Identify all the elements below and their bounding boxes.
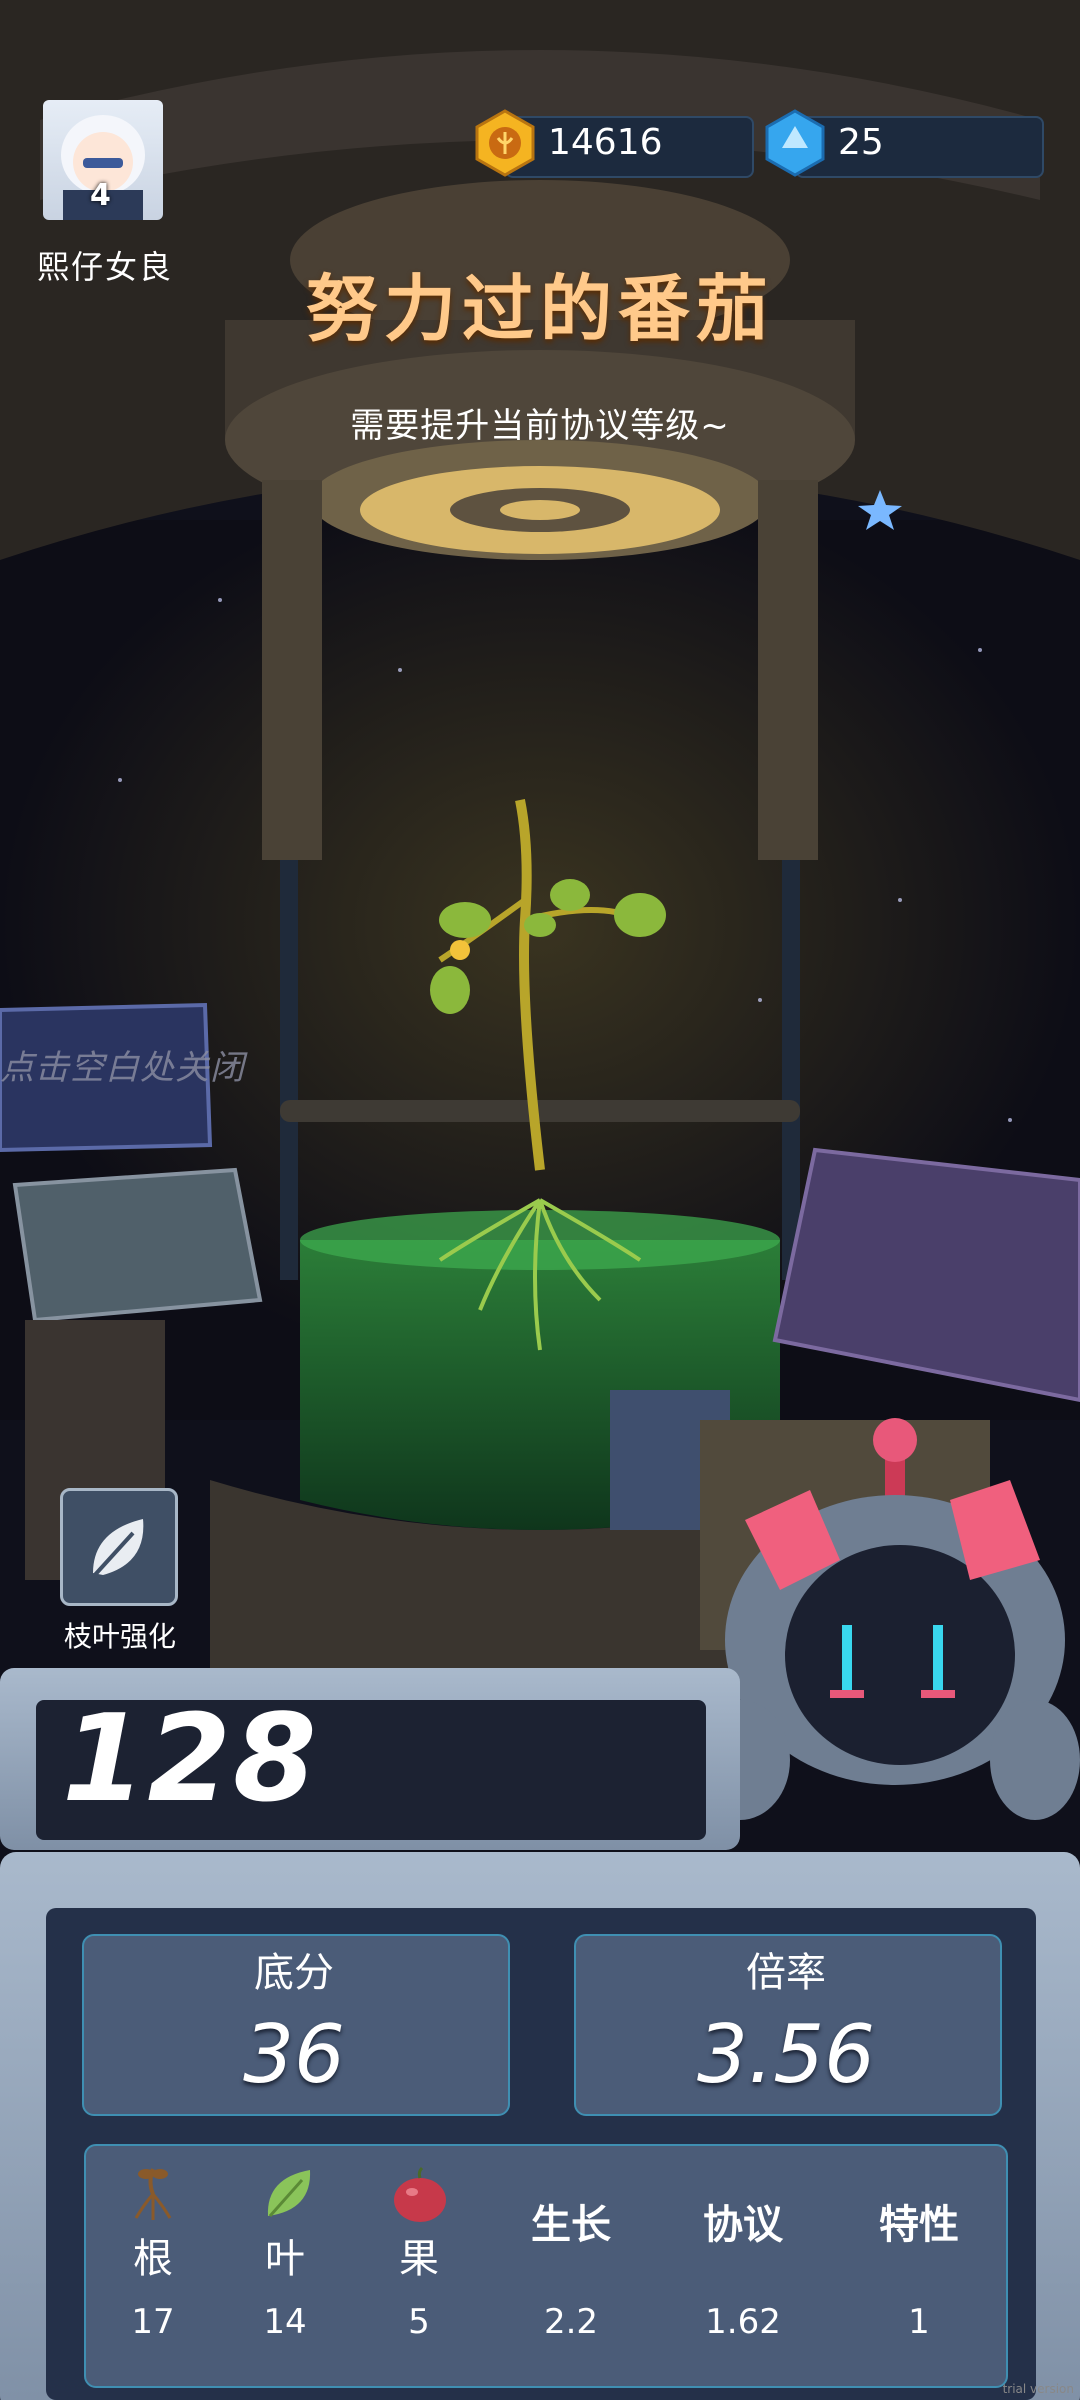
- growth-value: 2.2: [543, 2302, 599, 2342]
- close-hint[interactable]: 点击空白处关闭: [0, 1040, 245, 1089]
- leaf-icon: [267, 2170, 311, 2217]
- base-score-value: 36: [243, 2008, 345, 2101]
- base-score-label: 底分: [254, 1950, 334, 1996]
- fruit-label: 果: [399, 2236, 439, 2282]
- coin-value: 14616: [548, 122, 663, 163]
- plant-title: 努力过的番茄: [305, 267, 774, 351]
- coin-icon: [475, 109, 535, 177]
- multiplier-value: 3.56: [696, 2008, 876, 2101]
- plant-subtitle: 需要提升当前协议等级~: [350, 406, 730, 446]
- branch-leaf-upgrade-button[interactable]: [60, 1488, 178, 1606]
- root-value: 17: [131, 2302, 175, 2342]
- protocol-label: 协议: [703, 2202, 783, 2248]
- player-level: 4: [90, 178, 111, 213]
- growth-label: 生长: [531, 2202, 611, 2248]
- leaf-value: 14: [263, 2302, 307, 2342]
- total-score: 128: [62, 1690, 319, 1829]
- gem-value: 25: [838, 122, 884, 163]
- gem-icon: [765, 109, 825, 177]
- leaf-icon: [91, 1519, 144, 1579]
- root-icon: [134, 2168, 172, 2220]
- leaf-label: 叶: [265, 2236, 305, 2282]
- branch-leaf-upgrade-label: 枝叶强化: [63, 1620, 176, 1653]
- trait-value: 1: [908, 2302, 930, 2342]
- gem-counter[interactable]: [795, 116, 1044, 178]
- fruit-value: 5: [408, 2302, 430, 2342]
- watermark: trial version: [1002, 2382, 1074, 2396]
- fruit-icon: [394, 2166, 446, 2222]
- root-label: 根: [133, 2236, 173, 2282]
- trait-label: 特性: [879, 2202, 959, 2248]
- protocol-value: 1.62: [705, 2302, 781, 2342]
- player-avatar[interactable]: 4: [43, 100, 163, 220]
- multiplier-label: 倍率: [746, 1950, 826, 1996]
